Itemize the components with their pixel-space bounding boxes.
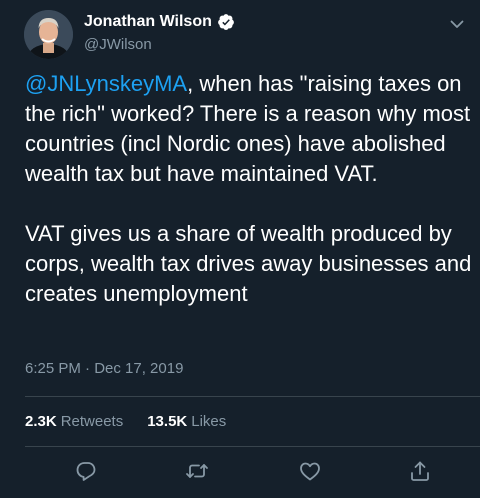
mention-link[interactable]: @JNLynskeyMA <box>25 71 187 96</box>
share-icon <box>411 461 429 481</box>
tweet-timestamp[interactable]: 6:25 PM · Dec 17, 2019 <box>25 360 183 377</box>
tweet-paragraph: @JNLynskeyMA, when has "raising taxes on… <box>25 69 475 189</box>
avatar-photo <box>24 10 73 59</box>
retweets-label: Retweets <box>60 413 124 430</box>
likes-count: 13.5K <box>147 413 188 430</box>
tweet-header: Jonathan Wilson @JWilson <box>0 0 480 68</box>
engagement-stats: 2.3K Retweets 13.5K Likes <box>25 413 250 430</box>
tweet-actions <box>0 455 480 487</box>
avatar[interactable] <box>24 10 73 59</box>
reply-button[interactable] <box>74 459 98 483</box>
chevron-down-icon[interactable] <box>449 16 465 32</box>
like-button[interactable] <box>298 459 322 483</box>
retweets-stat[interactable]: 2.3K Retweets <box>25 413 123 430</box>
likes-stat[interactable]: 13.5K Likes <box>147 413 226 430</box>
author-handle[interactable]: @JWilson <box>84 36 152 53</box>
author-name[interactable]: Jonathan Wilson <box>84 13 212 31</box>
share-button[interactable] <box>408 459 432 483</box>
divider <box>25 446 480 447</box>
retweet-icon <box>186 464 208 478</box>
likes-label: Likes <box>191 413 227 430</box>
tweet-paragraph: VAT gives us a share of wealth produced … <box>25 221 472 306</box>
retweet-button[interactable] <box>185 459 209 483</box>
verified-badge-icon <box>217 14 234 30</box>
divider <box>25 396 480 397</box>
author-name-row[interactable]: Jonathan Wilson <box>84 13 235 31</box>
retweets-count: 2.3K <box>25 413 57 430</box>
tweet-text: @JNLynskeyMA, when has "raising taxes on… <box>25 69 475 309</box>
like-icon <box>300 462 320 481</box>
reply-icon <box>76 462 96 481</box>
